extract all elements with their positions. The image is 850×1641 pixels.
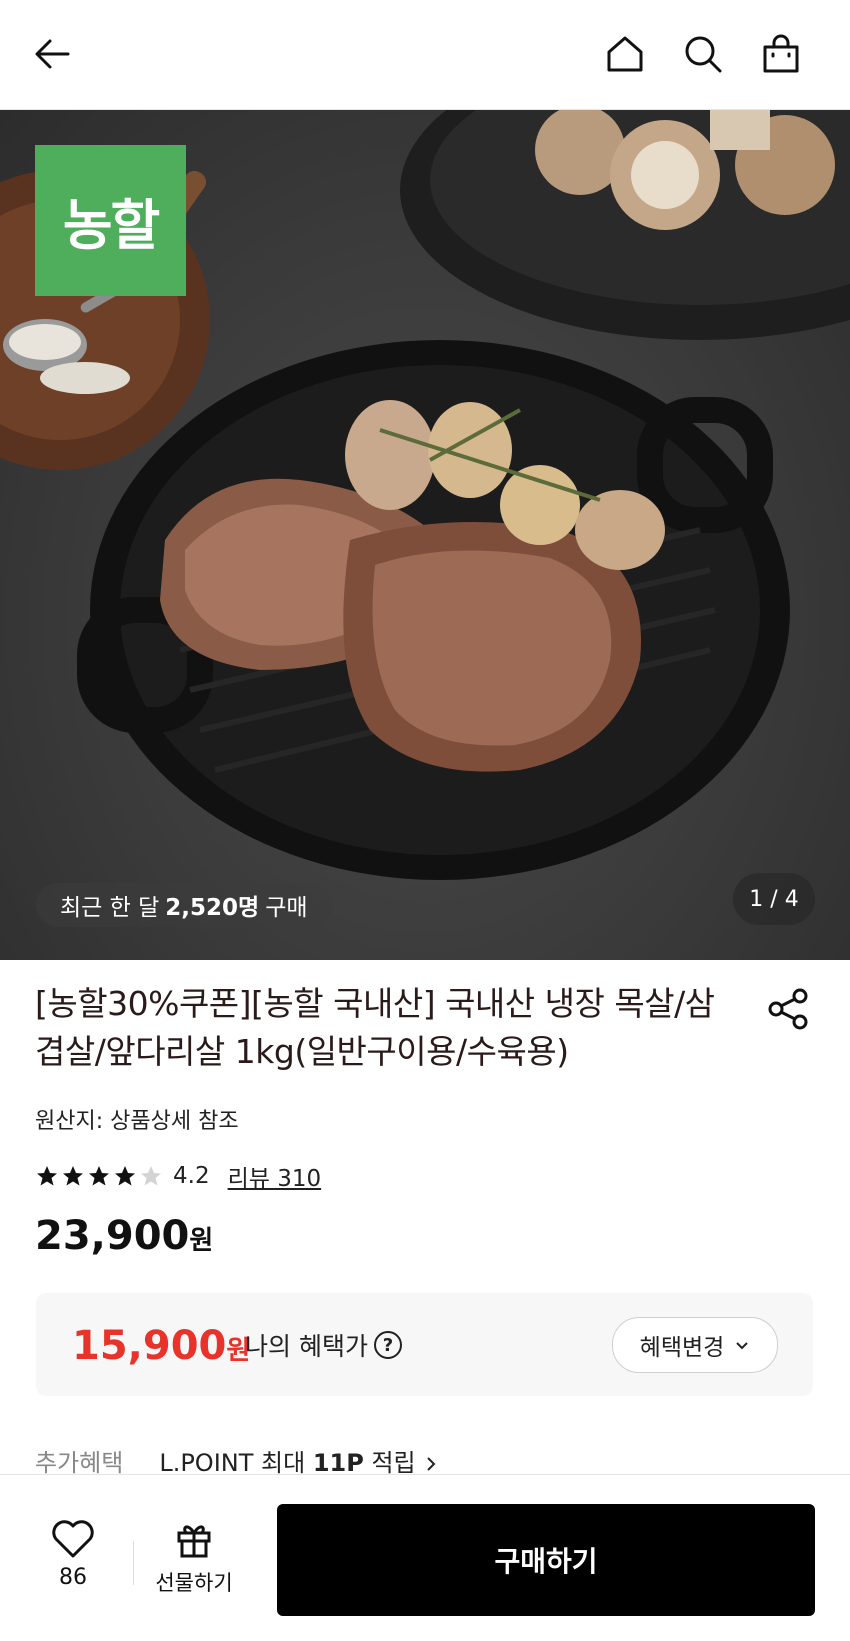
chevron-right-icon — [427, 1457, 436, 1471]
benefit-price-box: 15,900원 나의 혜택가 ? 혜택변경 — [36, 1293, 813, 1396]
home-icon — [607, 36, 643, 72]
recent-purchase-badge: 최근 한 달 2,520명 구매 — [36, 883, 332, 927]
share-button[interactable] — [764, 985, 812, 1033]
home-button[interactable] — [596, 25, 654, 83]
origin-info: 원산지: 상품상세 참조 — [35, 1109, 239, 1134]
star-filled-icon — [63, 1166, 83, 1186]
benefit-price: 15,900원 — [72, 1323, 251, 1369]
product-image-carousel[interactable]: 농할 최근 한 달 2,520명 구매 1 / 4 — [0, 110, 850, 960]
search-button[interactable] — [674, 25, 732, 83]
bottom-action-bar: 86 선물하기 구매하기 — [0, 1474, 850, 1641]
benefit-label: 나의 혜택가 ? — [245, 1327, 402, 1363]
divider — [133, 1541, 134, 1585]
question-circle-icon[interactable]: ? — [373, 1331, 402, 1359]
product-title: [농할30%쿠폰][농할 국내산] 국내산 냉장 목살/삼겹살/앞다리살 1kg… — [35, 984, 715, 1071]
shopping-bag-icon — [763, 34, 799, 73]
like-count: 86 — [59, 1565, 87, 1590]
rating-stars — [35, 1164, 163, 1188]
review-link[interactable]: 리뷰 310 — [228, 1159, 322, 1193]
gift-button[interactable]: 선물하기 — [148, 1519, 240, 1597]
star-filled-icon — [115, 1166, 135, 1186]
like-button[interactable]: 86 — [40, 1519, 106, 1590]
back-button[interactable] — [23, 25, 81, 83]
arrow-left-icon — [35, 39, 70, 69]
rating-value: 4.2 — [173, 1163, 210, 1189]
lpoint-benefit-link[interactable]: L.POINT 최대 11P 적립 — [159, 1443, 439, 1478]
image-counter: 1 / 4 — [733, 873, 815, 925]
buy-button[interactable]: 구매하기 — [277, 1504, 815, 1616]
star-filled-icon — [37, 1166, 57, 1186]
share-icon — [768, 988, 808, 1030]
gift-label: 선물하기 — [155, 1571, 233, 1595]
heart-icon — [52, 1520, 94, 1558]
search-icon — [685, 36, 722, 73]
brand-logo: 농할 — [35, 145, 186, 296]
star-empty-icon — [141, 1166, 161, 1186]
top-header — [0, 0, 850, 110]
rating-row: 4.2 리뷰 310 — [35, 1158, 321, 1194]
cart-button[interactable] — [752, 25, 810, 83]
change-benefit-button[interactable]: 혜택변경 — [612, 1317, 778, 1373]
gift-icon — [177, 1525, 211, 1558]
extra-benefit-row: 추가혜택 L.POINT 최대 11P 적립 — [35, 1443, 439, 1478]
star-filled-icon — [89, 1166, 109, 1186]
chevron-down-icon — [736, 1342, 749, 1350]
original-price: 23,900원 — [35, 1213, 214, 1259]
extra-benefit-key: 추가혜택 — [35, 1449, 124, 1477]
